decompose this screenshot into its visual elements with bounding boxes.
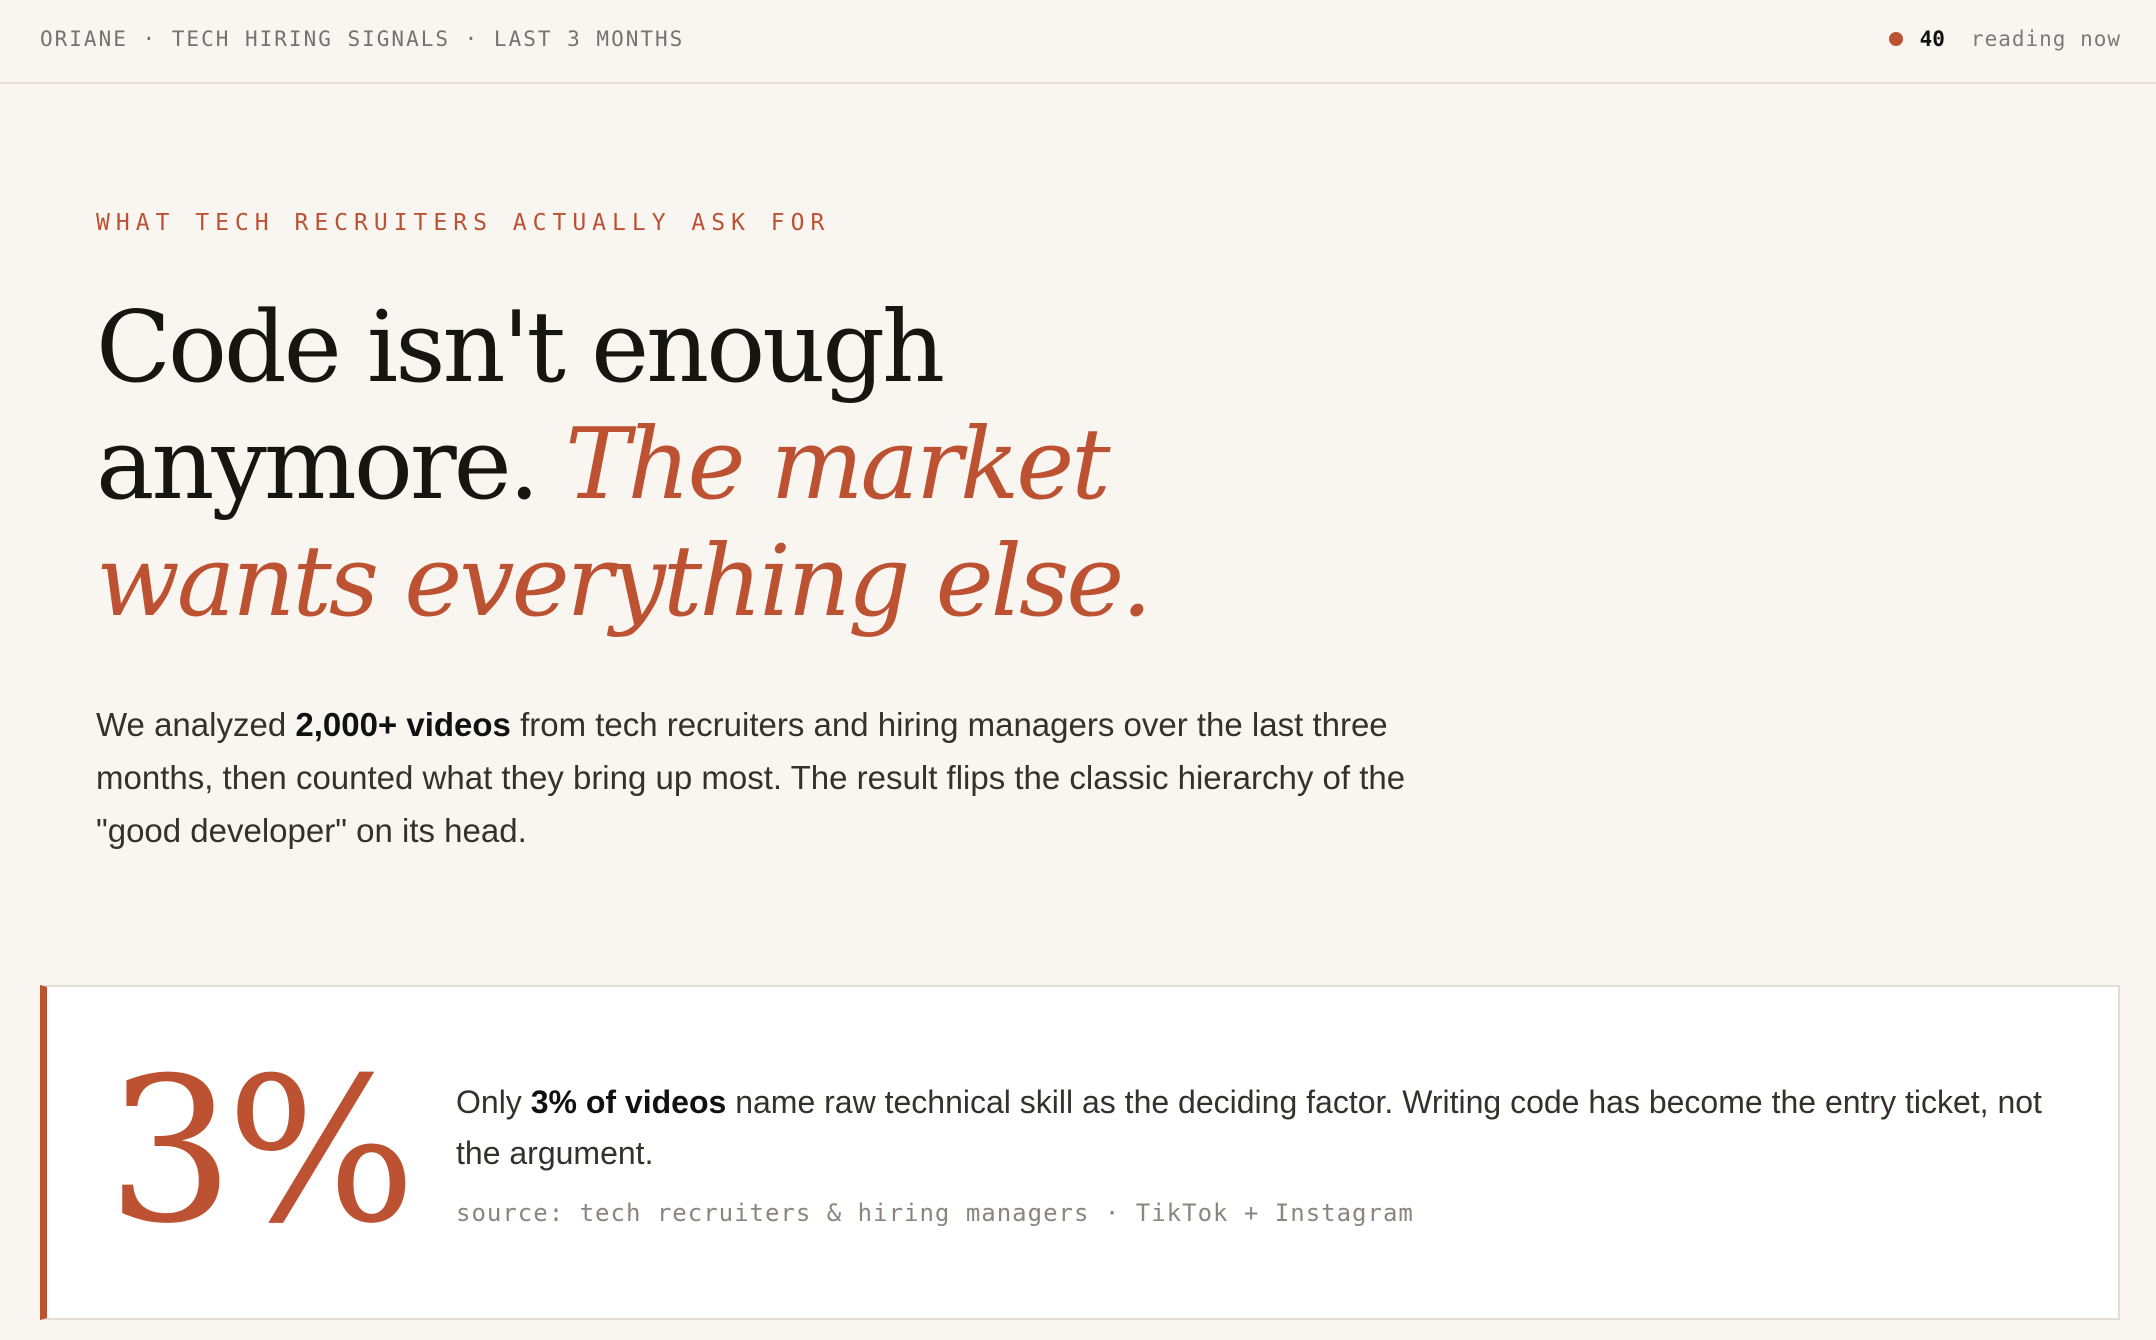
intro-paragraph: We analyzed 2,000+ videos from tech recr… (96, 698, 1406, 857)
live-readers-indicator: 40 reading now (1888, 27, 2121, 51)
section-eyebrow: WHAT TECH RECRUITERS ACTUALLY ASK FOR (96, 210, 831, 236)
readers-label: reading now (1970, 27, 2121, 51)
site-breadcrumb: ORIANE · TECH HIRING SIGNALS · LAST 3 MO… (40, 27, 685, 51)
live-dot-icon (1888, 32, 1903, 46)
stat-value: 3% (107, 1035, 416, 1268)
lede-highlight: 2,000+ videos (295, 706, 511, 743)
stat-card: 3% Only 3% of videos name raw technical … (40, 985, 2120, 1320)
stat-text-before: Only (456, 1084, 531, 1120)
stat-highlight: 3% of videos (530, 1084, 727, 1120)
page-headline: Code isn't enough anymore. The market wa… (96, 290, 1376, 641)
top-bar: ORIANE · TECH HIRING SIGNALS · LAST 3 MO… (0, 0, 2156, 84)
stat-description: Only 3% of videos name raw technical ski… (456, 1077, 2076, 1179)
stat-source: source: tech recruiters & hiring manager… (456, 1199, 1414, 1227)
lede-before: We analyzed (96, 706, 296, 743)
readers-count: 40 (1919, 27, 1945, 51)
